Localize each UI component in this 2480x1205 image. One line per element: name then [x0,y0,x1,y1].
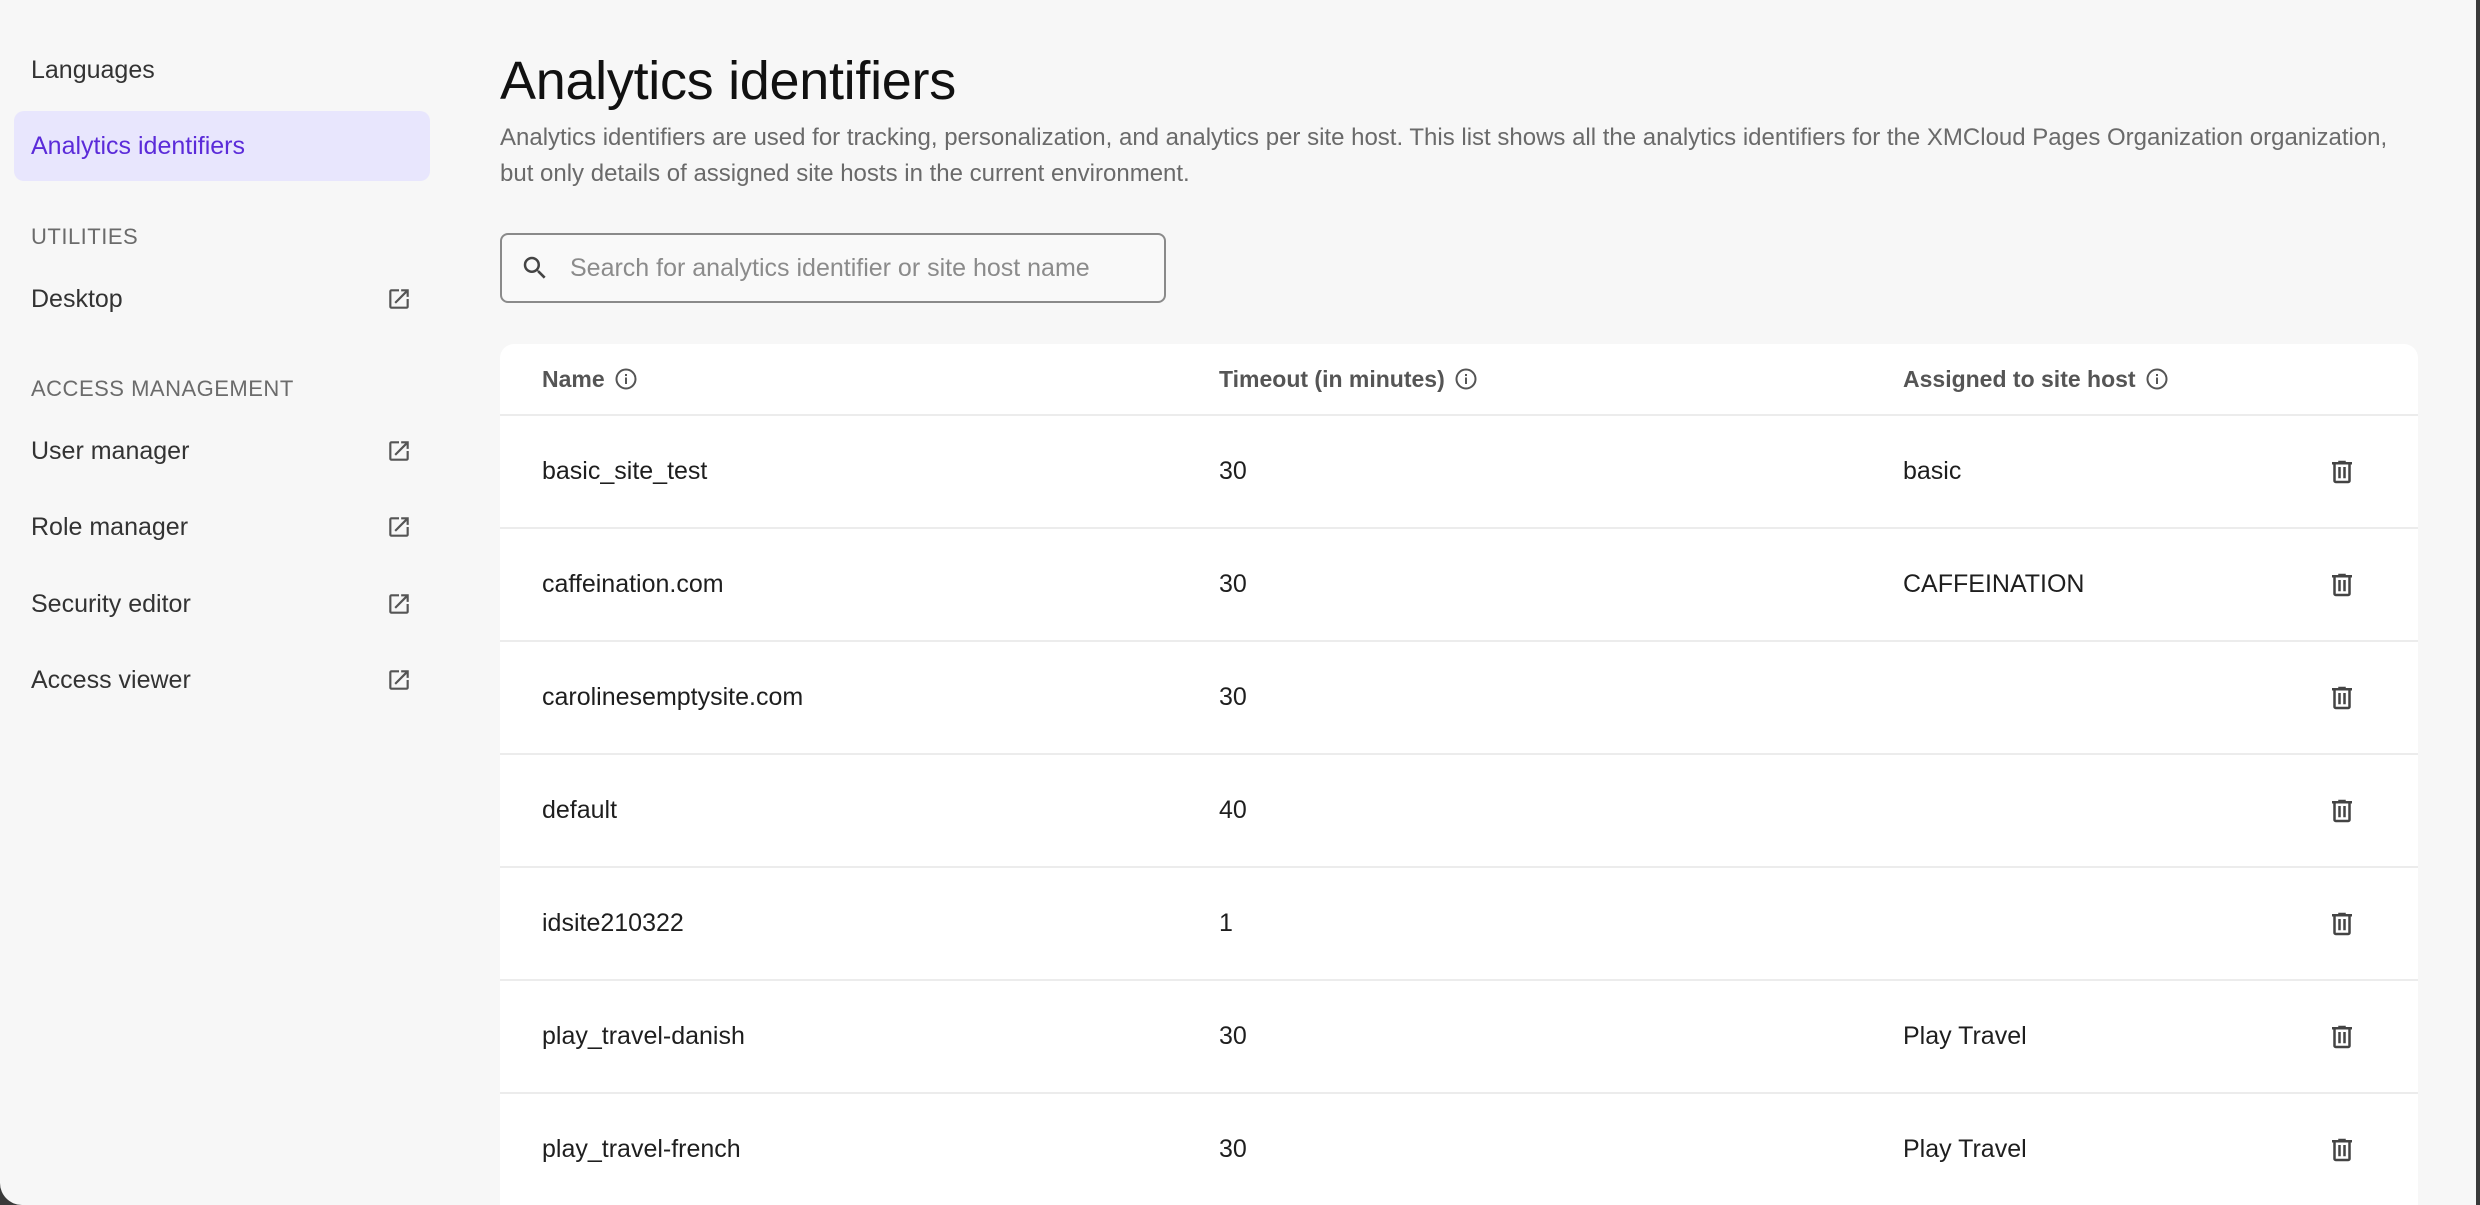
sidebar-item-user-manager[interactable]: User manager [14,416,430,486]
sidebar-item-languages[interactable]: Languages [14,35,430,105]
delete-button[interactable] [2324,1132,2360,1168]
table-row[interactable]: play_travel-danish 30 Play Travel [500,981,2418,1094]
table-row[interactable]: basic_site_test 30 basic [500,416,2418,529]
section-title-utilities: UTILITIES [31,224,139,249]
sidebar-item-access-viewer[interactable]: Access viewer [14,645,430,715]
info-icon[interactable] [2145,367,2169,391]
cell-site-host: Play Travel [1903,1022,2027,1050]
sidebar-item-label: User manager [31,436,190,465]
external-link-icon [389,289,409,309]
sidebar-item-label: Analytics identifiers [31,131,245,160]
table-row[interactable]: play_travel-french 30 Play Travel [500,1094,2418,1205]
trash-icon [2332,460,2352,484]
sidebar-item-security-editor[interactable]: Security editor [14,569,430,639]
trash-icon [2332,912,2352,936]
cell-name: carolinesemptysite.com [542,683,804,711]
sidebar-item-desktop[interactable]: Desktop [14,264,430,334]
table-row[interactable]: default 40 [500,755,2418,868]
sidebar: Languages Analytics identifiers UTILITIE… [0,0,440,1205]
cell-timeout: 30 [1219,1022,1247,1050]
trash-icon [2332,799,2352,823]
cell-timeout: 30 [1219,1135,1247,1163]
sidebar-item-label: Desktop [31,284,123,313]
section-title-access-management: ACCESS MANAGEMENT [31,376,294,401]
table-row[interactable]: carolinesemptysite.com 30 [500,642,2418,755]
external-link-icon [389,670,409,690]
cell-site-host: basic [1903,457,1962,485]
cell-name: play_travel-danish [542,1022,745,1050]
trash-icon [2332,686,2352,710]
cell-site-host: Play Travel [1903,1135,2027,1163]
cell-timeout: 1 [1219,909,1233,937]
cell-name: play_travel-french [542,1135,741,1163]
delete-button[interactable] [2324,793,2360,829]
delete-button[interactable] [2324,680,2360,716]
app-window: Languages Analytics identifiers UTILITIE… [0,0,2476,1205]
cell-name: basic_site_test [542,457,708,485]
cell-name: idsite210322 [542,909,684,937]
sidebar-item-label: Security editor [31,589,191,618]
delete-button[interactable] [2324,906,2360,942]
page-description: Analytics identifiers are used for track… [500,124,2388,187]
delete-button[interactable] [2324,454,2360,490]
page-title: Analytics identifiers [500,51,956,111]
search-icon [523,256,546,279]
sidebar-item-label: Role manager [31,512,189,541]
search-input[interactable] [568,252,1132,284]
search-box[interactable] [500,233,1166,303]
main-content: Analytics identifiers Analytics identifi… [500,0,2420,1205]
external-link-icon [389,517,409,537]
column-header-site-host: Assigned to site host [1903,344,2169,414]
column-header-timeout: Timeout (in minutes) [1219,344,1478,414]
cell-timeout: 30 [1219,683,1247,711]
table-row[interactable]: caffeination.com 30 CAFFEINATION [500,529,2418,642]
cell-timeout: 30 [1219,570,1247,598]
trash-icon [2332,573,2352,597]
external-link-icon [389,594,409,614]
analytics-identifiers-table: Name Timeout (in minutes) Assigned to si… [500,344,2418,1205]
external-link-icon [389,441,409,461]
table-header: Name Timeout (in minutes) Assigned to si… [500,344,2418,416]
cell-site-host: CAFFEINATION [1903,570,2085,598]
column-header-label: Timeout (in minutes) [1219,365,1445,392]
info-icon[interactable] [1454,367,1478,391]
cell-name: caffeination.com [542,570,724,598]
column-header-label: Name [542,365,605,392]
trash-icon [2332,1025,2352,1049]
delete-button[interactable] [2324,567,2360,603]
cell-timeout: 30 [1219,457,1247,485]
column-header-label: Assigned to site host [1903,365,2136,392]
delete-button[interactable] [2324,1019,2360,1055]
table-row[interactable]: idsite210322 1 [500,868,2418,981]
sidebar-item-label: Languages [31,55,155,84]
sidebar-item-analytics-identifiers[interactable]: Analytics identifiers [14,111,430,181]
cell-timeout: 40 [1219,796,1247,824]
info-icon[interactable] [614,367,638,391]
column-header-name: Name [542,344,638,414]
cell-name: default [542,796,618,824]
sidebar-item-label: Access viewer [31,665,191,694]
trash-icon [2332,1138,2352,1162]
sidebar-item-role-manager[interactable]: Role manager [14,492,430,562]
